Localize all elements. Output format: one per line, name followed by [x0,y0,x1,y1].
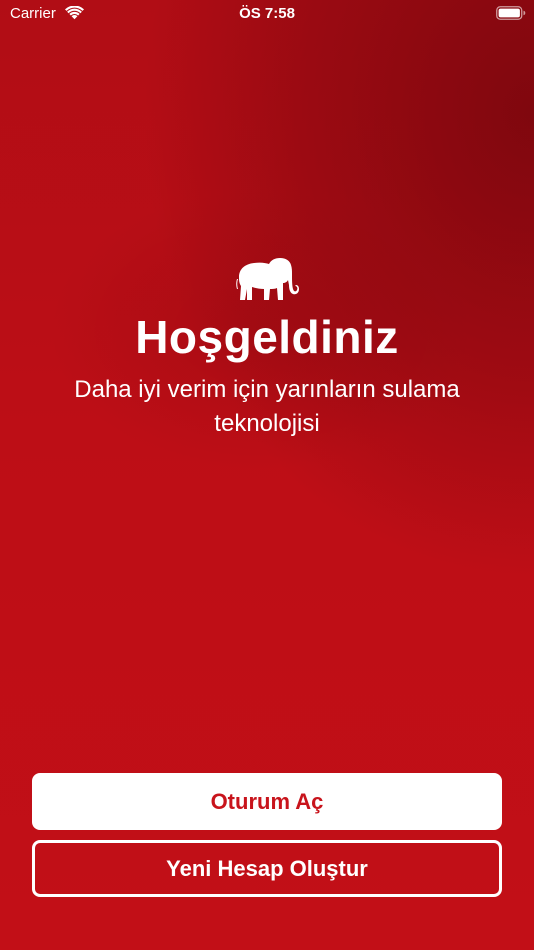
status-bar: Carrier ÖS 7:58 [0,0,534,30]
welcome-section: Hoşgeldiniz Daha iyi verim için yarınlar… [0,255,534,441]
battery-icon [496,6,526,20]
create-account-label: Yeni Hesap Oluştur [166,855,368,881]
tagline-text: Daha iyi verim için yarınların sulama te… [74,376,460,437]
sign-in-button[interactable]: Oturum Aç [32,773,502,830]
create-account-button[interactable]: Yeni Hesap Oluştur [32,840,502,897]
elephant-icon [236,258,299,300]
status-time: ÖS 7:58 [239,5,295,22]
sign-in-label: Oturum Aç [210,788,324,814]
welcome-title: Hoşgeldiniz [135,311,399,363]
